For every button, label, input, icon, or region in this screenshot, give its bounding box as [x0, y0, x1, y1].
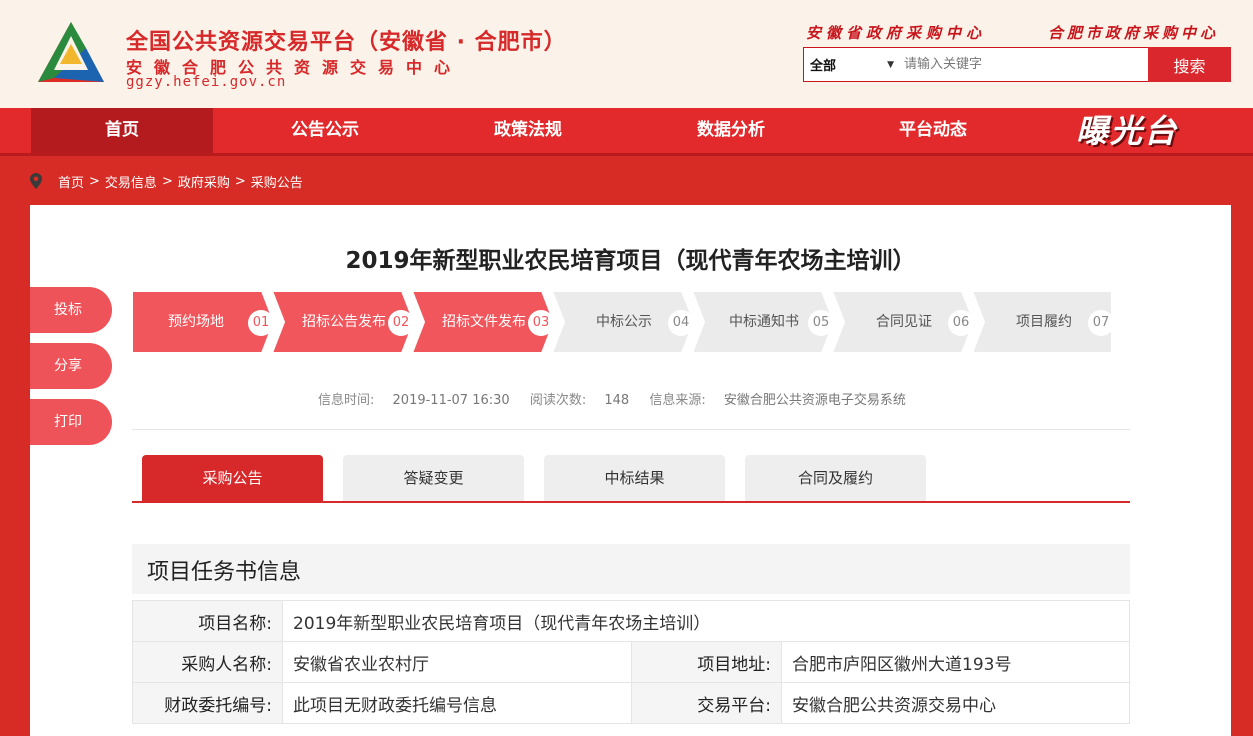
project-info-table: 项目名称: 2019年新型职业农民培育项目（现代青年农场主培训） 采购人名称: …: [132, 600, 1130, 724]
step-number: 03: [528, 310, 554, 336]
meta-views-value: 148: [604, 393, 630, 408]
breadcrumb-gov-procurement[interactable]: 政府采购: [178, 172, 230, 191]
tab-qa-changes[interactable]: 答疑变更: [343, 455, 524, 501]
table-row: 项目名称: 2019年新型职业农民培育项目（现代青年农场主培训）: [132, 600, 1130, 642]
project-name-value: 2019年新型职业农民培育项目（现代青年农场主培训）: [282, 600, 1130, 642]
platform-label: 交易平台:: [631, 682, 782, 724]
step-label[interactable]: 中标公示: [596, 291, 652, 353]
step-number: 07: [1088, 310, 1114, 336]
site-title: 全国公共资源交易平台（安徽省 · 合肥市）: [126, 30, 567, 55]
address-value: 合肥市庐阳区徽州大道193号: [781, 641, 1130, 683]
section-title: 项目任务书信息: [147, 560, 302, 585]
tab-contract-fulfillment[interactable]: 合同及履约: [745, 455, 926, 501]
nav-item-data-analysis[interactable]: 数据分析: [640, 108, 822, 153]
step-number: 04: [668, 310, 694, 336]
nav-item-exposure[interactable]: 曝光台: [1076, 112, 1178, 150]
table-row: 采购人名称: 安徽省农业农村厅 项目地址: 合肥市庐阳区徽州大道193号: [132, 641, 1130, 683]
main-nav: 首页 公告公示 政策法规 数据分析 平台动态 曝光台: [0, 108, 1253, 156]
breadcrumb: 首页 > 交易信息 > 政府采购 > 采购公告: [30, 171, 303, 191]
step-label[interactable]: 招标文件发布: [442, 291, 526, 353]
location-pin-icon: [30, 173, 42, 189]
nav-item-announcements[interactable]: 公告公示: [234, 108, 416, 153]
step-label[interactable]: 合同见证: [876, 291, 932, 353]
print-button[interactable]: 打印: [30, 399, 112, 445]
step-label[interactable]: 招标公告发布: [302, 291, 386, 353]
nav-item-home[interactable]: 首页: [31, 108, 213, 153]
step-number: 06: [948, 310, 974, 336]
meta-time-label: 信息时间:: [318, 393, 375, 408]
step-number: 01: [248, 310, 274, 336]
breadcrumb-trade-info[interactable]: 交易信息: [105, 172, 157, 191]
link-anhui-procurement-center[interactable]: 安徽省政府采购中心: [806, 22, 986, 43]
info-meta: 信息时间: 2019-11-07 16:30 阅读次数: 148 信息来源: 安…: [318, 389, 922, 408]
step-label[interactable]: 中标通知书: [729, 291, 799, 353]
breadcrumb-procurement-notice[interactable]: 采购公告: [251, 172, 303, 191]
breadcrumb-home[interactable]: 首页: [58, 172, 84, 191]
step-label[interactable]: 预约场地: [168, 291, 224, 353]
meta-views-label: 阅读次数:: [529, 393, 587, 408]
buyer-label: 采购人名称:: [132, 641, 283, 683]
search-category-select[interactable]: 全部 ▼: [804, 55, 904, 74]
fiscal-number-value: 此项目无财政委托编号信息: [282, 682, 632, 724]
search-input[interactable]: [904, 48, 1148, 81]
platform-value: 安徽合肥公共资源交易中心: [781, 682, 1130, 724]
site-url: ggzy.hefei.gov.cn: [126, 74, 287, 90]
search-box: 全部 ▼: [803, 47, 1149, 82]
step-label[interactable]: 项目履约: [1016, 291, 1072, 353]
share-button[interactable]: 分享: [30, 343, 112, 389]
bid-button[interactable]: 投标: [30, 287, 112, 333]
caret-down-icon: ▼: [887, 59, 894, 70]
meta-source-value: 安徽合肥公共资源电子交易系统: [723, 393, 906, 408]
meta-source-label: 信息来源:: [649, 393, 706, 408]
step-number: 02: [388, 310, 414, 336]
project-name-label: 项目名称:: [132, 600, 283, 642]
breadcrumb-separator: >: [89, 173, 100, 189]
meta-time-value: 2019-11-07 16:30: [392, 393, 510, 408]
link-hefei-procurement-center[interactable]: 合肥市政府采购中心: [1048, 22, 1219, 43]
site-header: 全国公共资源交易平台（安徽省 · 合肥市） 安徽合肥公共资源交易中心 ggzy.…: [0, 0, 1253, 108]
page-title: 2019年新型职业农民培育项目（现代青年农场主培训）: [345, 248, 916, 274]
tab-award-results[interactable]: 中标结果: [544, 455, 725, 501]
search-category-value: 全部: [810, 59, 837, 74]
tab-procurement-notice[interactable]: 采购公告: [142, 455, 323, 501]
table-row: 财政委托编号: 此项目无财政委托编号信息 交易平台: 安徽合肥公共资源交易中心: [132, 682, 1130, 724]
nav-item-policies[interactable]: 政策法规: [437, 108, 619, 153]
breadcrumb-separator: >: [234, 173, 246, 189]
notice-tabs: 采购公告 答疑变更 中标结果 合同及履约: [132, 455, 1130, 503]
search-button[interactable]: 搜索: [1148, 47, 1231, 82]
divider: [132, 429, 1130, 430]
site-logo-icon[interactable]: [34, 18, 108, 90]
section-header: 项目任务书信息: [132, 544, 1130, 594]
buyer-value: 安徽省农业农村厅: [282, 641, 632, 683]
progress-steps: 预约场地 01 招标公告发布 02 招标文件发布 03 中标公示 04 中标通知书 05 合同见证 0…: [132, 291, 1126, 353]
nav-item-platform-news[interactable]: 平台动态: [842, 108, 1024, 153]
breadcrumb-separator: >: [161, 173, 173, 189]
address-label: 项目地址:: [631, 641, 782, 683]
step-number: 05: [808, 310, 834, 336]
fiscal-number-label: 财政委托编号:: [132, 682, 283, 724]
